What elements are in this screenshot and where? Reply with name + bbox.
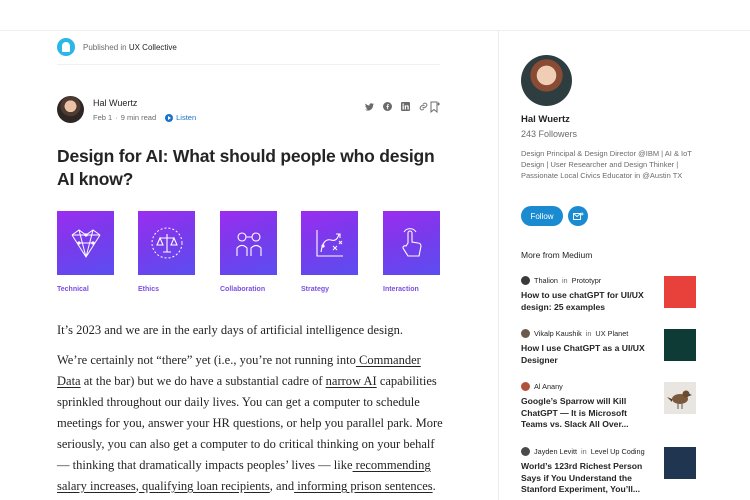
collaboration-tile (220, 211, 277, 275)
p2-text-6: . (432, 479, 436, 493)
listen-button[interactable]: Listen (165, 113, 196, 122)
rec-thumbnail[interactable] (664, 276, 696, 308)
recommendation-item[interactable]: Thalion in Prototypr How to use chatGPT … (521, 274, 696, 313)
rec-publication[interactable]: UX Planet (595, 329, 628, 338)
follower-count[interactable]: 243 Followers (521, 129, 577, 139)
author-name-link[interactable]: Hal Wuertz (93, 98, 137, 108)
rec-publication[interactable]: Prototypr (572, 276, 602, 285)
publication-name-link[interactable]: UX Collective (129, 43, 177, 52)
rec-title[interactable]: How to use chatGPT for UI/UX design: 25 … (521, 290, 651, 313)
publication-line[interactable]: Published in UX Collective (57, 38, 177, 56)
narrow-ai-link[interactable]: narrow AI (326, 374, 377, 388)
technical-label: Technical (57, 286, 89, 293)
interaction-label: Interaction (383, 286, 419, 293)
article-title: Design for AI: What should people who de… (57, 146, 435, 189)
rec-publication[interactable]: Level Up Coding (591, 447, 645, 456)
interaction-tile (383, 211, 440, 275)
listen-label: Listen (176, 113, 197, 122)
share-icons (365, 102, 428, 111)
rec-title[interactable]: Google’s Sparrow will Kill ChatGPT — It … (521, 396, 651, 431)
collaboration-label: Collaboration (220, 286, 266, 293)
ethics-tile (138, 211, 195, 275)
rec-author[interactable]: Jayden Levitt (534, 447, 577, 456)
strategy-tile (301, 211, 358, 275)
prison-sentences-link[interactable]: informing prison sentences (294, 479, 432, 493)
subscribe-button[interactable] (568, 206, 588, 226)
play-icon (165, 113, 174, 122)
rec-thumbnail[interactable] (664, 329, 696, 361)
meta-separator: · (115, 113, 118, 122)
neural-heart-icon (71, 229, 100, 258)
author-row: Hal Wuertz Feb 1 · 9 min read Listen (57, 96, 440, 124)
paragraph-2: We’re certainly not “there” yet (i.e., y… (57, 350, 447, 497)
ux-collective-logo-icon[interactable] (57, 38, 75, 56)
loan-recipients-link[interactable]: qualifying loan recipients (139, 479, 270, 493)
strategy-label: Strategy (301, 286, 330, 293)
recommendation-item[interactable]: Vikalp Kaushik in UX Planet How I use Ch… (521, 327, 696, 366)
twitter-icon[interactable] (365, 102, 374, 111)
facebook-icon[interactable] (383, 102, 392, 111)
publication-text: Published in UX Collective (83, 43, 177, 52)
recommendation-item[interactable]: Al Anany Google’s Sparrow will Kill Chat… (521, 380, 696, 431)
rec-author-avatar (521, 328, 530, 338)
read-time: 9 min read (120, 113, 157, 122)
rec-in: in (581, 446, 587, 456)
rec-author[interactable]: Vikalp Kaushik (534, 329, 582, 338)
sidebar-author-avatar[interactable] (521, 55, 572, 106)
rec-author[interactable]: Thalion (534, 276, 558, 285)
rec-in: in (561, 275, 568, 285)
strategy-play-icon (315, 230, 343, 257)
top-border (0, 30, 750, 31)
rec-author-avatar (521, 275, 530, 285)
sidebar-divider (498, 31, 499, 500)
author-bio: Design Principal & Design Director @IBM … (521, 149, 692, 181)
p2-text-2: at the bar) but we do have a substantial… (80, 374, 326, 388)
mail-plus-icon (572, 212, 583, 220)
rec-author-avatar (521, 446, 530, 456)
more-from-medium-heading: More from Medium (521, 250, 593, 260)
publish-date: Feb 1 (93, 113, 113, 122)
linkedin-icon[interactable] (401, 102, 410, 111)
published-in-label: Published in (83, 42, 127, 52)
rec-in: in (585, 328, 592, 338)
article-body: It’s 2023 and we are in the early days o… (57, 320, 447, 500)
people-link-icon (235, 232, 262, 256)
article-meta: Feb 1 · 9 min read Listen (93, 113, 196, 122)
sidebar-author-name[interactable]: Hal Wuertz (521, 114, 570, 125)
technical-tile (57, 211, 114, 275)
p2-text-5: , and (269, 479, 295, 493)
recommendation-item[interactable]: Jayden Levitt in Level Up Coding World’s… (521, 445, 696, 496)
sparrow-bird-icon (667, 390, 692, 409)
rec-title[interactable]: World’s 123rd Richest Person Says if You… (521, 461, 651, 496)
ethics-label: Ethics (138, 286, 160, 293)
bookmark-add-icon[interactable] (430, 100, 440, 118)
hero-illustration: Technical Ethics Collaboration Strategy … (57, 211, 442, 301)
rec-thumbnail[interactable] (664, 447, 696, 479)
author-avatar[interactable] (57, 96, 84, 123)
copy-link-icon[interactable] (419, 102, 428, 111)
rec-author[interactable]: Al Anany (534, 382, 563, 391)
follow-button[interactable]: Follow (521, 206, 563, 226)
p2-text-1: We’re certainly not “there” yet (i.e., y… (57, 353, 356, 367)
publication-divider (57, 64, 440, 65)
scales-icon (151, 227, 182, 259)
rec-author-avatar (521, 381, 530, 391)
tap-hand-icon (401, 228, 422, 257)
rec-thumbnail[interactable] (664, 382, 696, 414)
rec-title[interactable]: How I use ChatGPT as a UI/UX Designer (521, 343, 651, 366)
paragraph-intro: It’s 2023 and we are in the early days o… (57, 323, 404, 337)
